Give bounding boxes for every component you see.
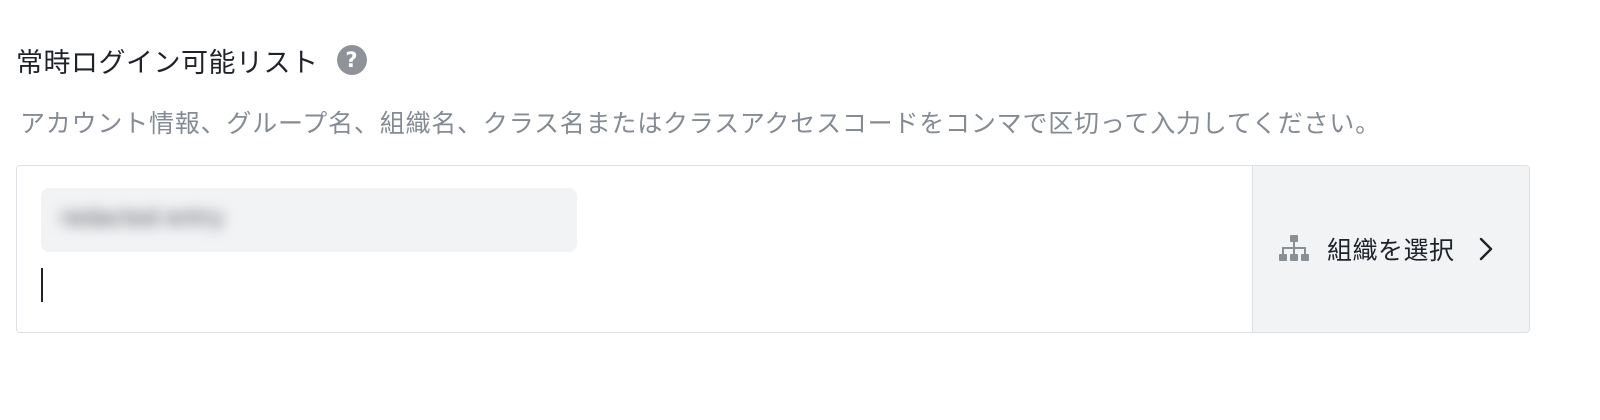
entry-tag[interactable]: redacted entry <box>41 188 577 252</box>
select-organization-button[interactable]: 組織を選択 <box>1253 166 1529 332</box>
always-login-list-field: redacted entry 組織を選択 <box>16 165 1530 333</box>
section-title: 常時ログイン可能リスト <box>16 47 319 79</box>
org-chart-icon <box>1277 232 1311 266</box>
entry-tag-text: redacted entry <box>61 206 224 231</box>
title-row: 常時ログイン可能リスト ? <box>16 40 367 80</box>
help-icon[interactable]: ? <box>336 45 367 75</box>
select-organization-label: 組織を選択 <box>1327 236 1455 265</box>
text-cursor <box>41 268 43 302</box>
section-description: アカウント情報、グループ名、組織名、クラス名またはクラスアクセスコードをコンマで… <box>20 109 1381 138</box>
chevron-right-icon <box>1477 236 1495 262</box>
list-input-area[interactable]: redacted entry <box>17 166 1253 332</box>
